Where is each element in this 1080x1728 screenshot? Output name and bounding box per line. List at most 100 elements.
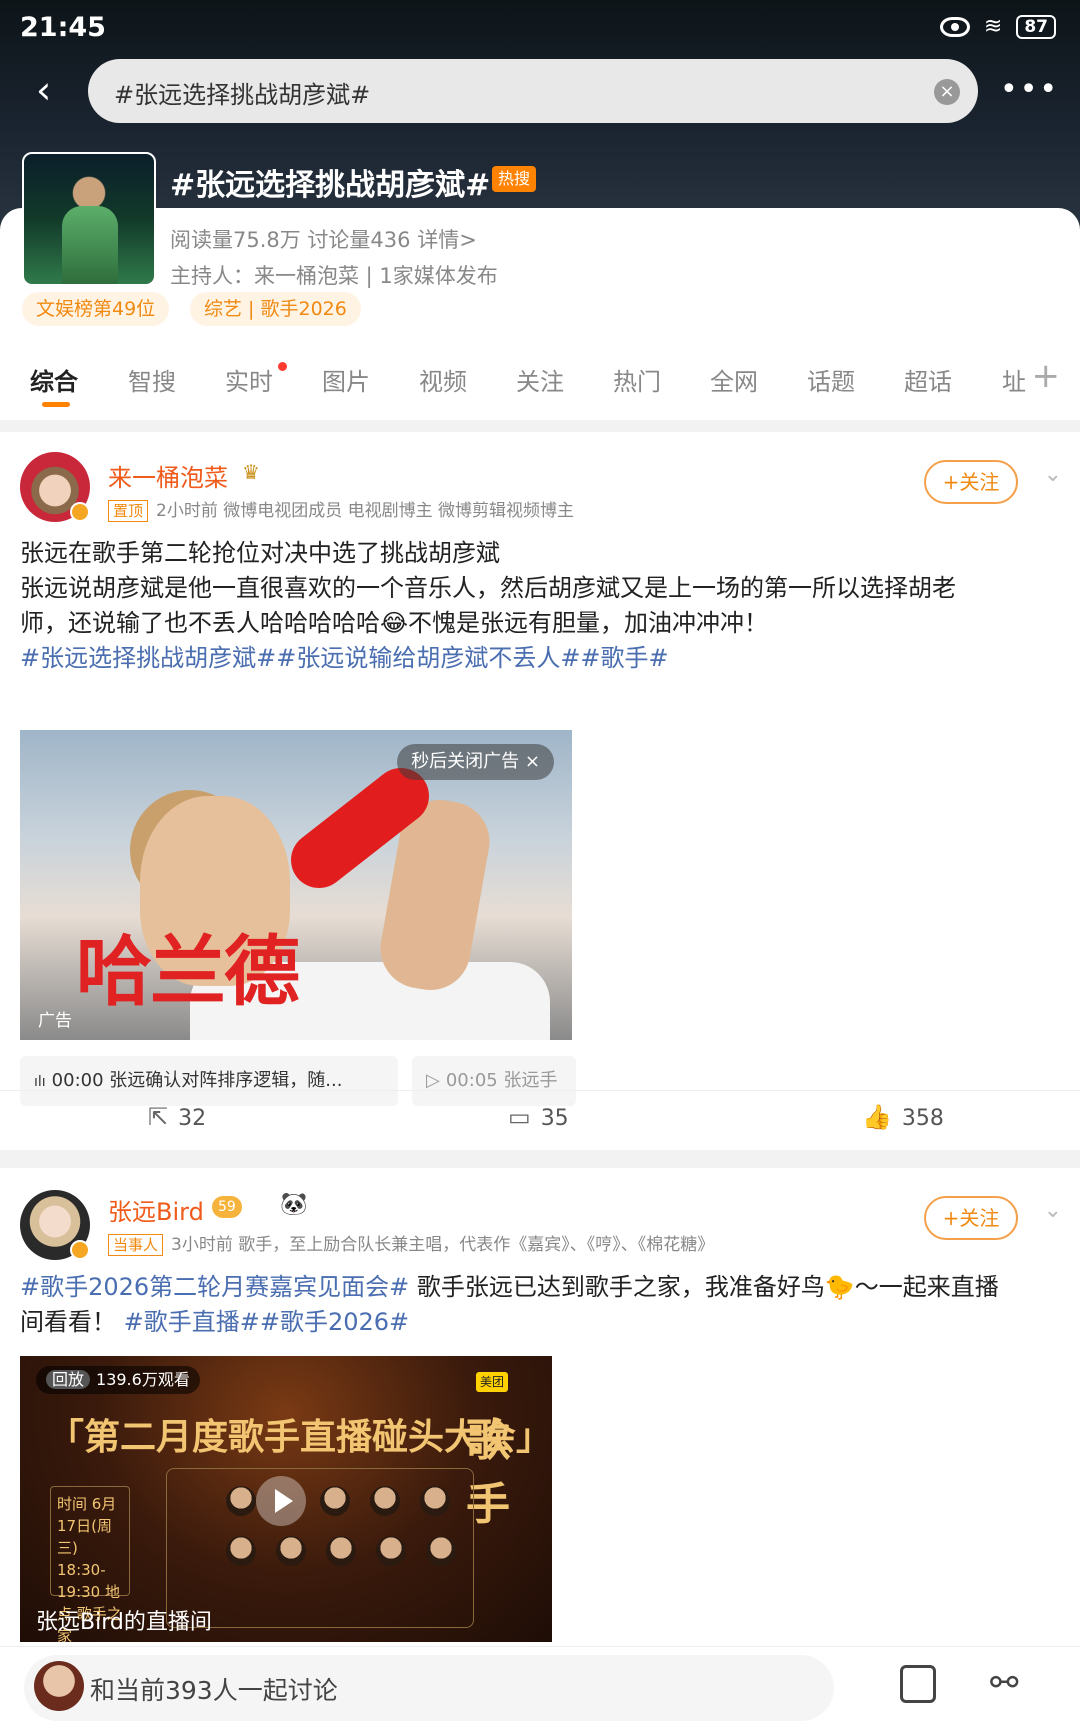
topic-title: #张远选择挑战胡彦斌#	[170, 168, 491, 203]
post-line: 张远说胡彦斌是他一直很喜欢的一个音乐人，然后胡彦斌又是上一场的第一所以选择胡老	[20, 574, 956, 602]
battery-icon: 87	[1016, 14, 1056, 39]
guest-avatar	[226, 1486, 256, 1516]
guest-avatar	[376, 1536, 406, 1566]
post-meta: 置顶 2小时前 微博电视团成员 电视剧博主 微博剪辑视频博主	[108, 496, 574, 522]
play-icon: ▷	[426, 1070, 440, 1091]
topic-stats[interactable]: 阅读量75.8万 讨论量436 详情>	[170, 224, 477, 254]
post-card: 来一桶泡菜 ♛ 置顶 2小时前 微博电视团成员 电视剧博主 微博剪辑视频博主 +关…	[0, 432, 1080, 1150]
crown-icon: ♛	[242, 460, 260, 484]
follow-button[interactable]: +关注	[924, 460, 1018, 504]
eye-icon	[939, 16, 970, 37]
avatar	[34, 1661, 84, 1711]
comment-count: 35	[540, 1106, 569, 1131]
username[interactable]: 来一桶泡菜	[108, 458, 228, 493]
guest-avatar	[320, 1486, 350, 1516]
tab-bar: 综合 智搜 实时 图片 视频 关注 热门 全网 话题 超话 址 +	[0, 352, 1080, 412]
post-line: 间看看！	[20, 1308, 116, 1336]
post-card: 张远Bird 59 🐼 当事人 3小时前 歌手，至上励合队长兼主唱，代表作《嘉宾》…	[0, 1168, 1080, 1646]
guest-avatar	[276, 1536, 306, 1566]
view-count: 139.6万观看	[96, 1370, 190, 1389]
like-count: 358	[901, 1106, 944, 1131]
post-meta-text: 3小时前 歌手，至上励合队长兼主唱，代表作《嘉宾》、《哼》、《棉花糖》	[171, 1235, 715, 1255]
like-button[interactable]: 👍 358	[862, 1103, 944, 1131]
tab-location[interactable]: 址	[1002, 362, 1026, 397]
post-hashtag[interactable]: #歌手2026第二轮月赛嘉宾见面会#	[20, 1273, 409, 1301]
post-hashtags[interactable]: #张远选择挑战胡彦斌##张远说输给胡彦斌不丢人##歌手#	[20, 641, 1060, 676]
comment-icon: ▭	[508, 1103, 531, 1131]
hot-search-badge: 热搜	[492, 166, 537, 192]
close-ad-button[interactable]: 秒后关闭广告 ×	[397, 744, 554, 780]
rank-badge[interactable]: 文娱榜第49位	[22, 292, 170, 326]
ad-image[interactable]: 哈兰德 广告 秒后关闭广告 ×	[20, 730, 572, 1040]
guest-avatar	[370, 1486, 400, 1516]
post-text: 张远在歌手第二轮抢位对决中选了挑战胡彦斌 张远说胡彦斌是他一直很喜欢的一个音乐人…	[20, 536, 1060, 676]
tab-smart-search[interactable]: 智搜	[128, 362, 176, 397]
tab-realtime[interactable]: 实时	[225, 362, 273, 397]
ad-brand-text: 哈兰德	[76, 927, 300, 1016]
guest-avatar	[420, 1486, 450, 1516]
play-icon[interactable]	[256, 1476, 306, 1526]
guest-avatar	[226, 1536, 256, 1566]
chapter-label: 00:00 张远确认对阵排序逻辑，随...	[51, 1070, 343, 1091]
post-hashtags[interactable]: #歌手直播##歌手2026#	[116, 1308, 410, 1336]
post-line: 师，还说输了也不丢人哈哈哈哈哈😂不愧是张远有胆量，加油冲冲冲！	[20, 609, 769, 637]
search-query: #张远选择挑战胡彦斌#	[114, 81, 371, 109]
guest-avatar	[326, 1536, 356, 1566]
ad-label: 广告	[38, 1011, 72, 1031]
comment-button[interactable]: ▭ 35	[508, 1103, 569, 1131]
verified-icon	[70, 502, 90, 522]
status-time: 21:45	[20, 12, 106, 43]
level-badge: 59	[212, 1196, 242, 1218]
status-bar: 21:45 ≋ 87	[0, 0, 1080, 54]
search-input[interactable]: #张远选择挑战胡彦斌# ×	[88, 59, 978, 123]
back-arrow-icon[interactable]: ‹	[36, 71, 66, 109]
topic-cover-image	[22, 152, 156, 286]
add-tab-icon[interactable]: +	[1032, 356, 1061, 396]
tab-comprehensive[interactable]: 综合	[30, 362, 78, 397]
repost-icon: ⇱	[148, 1103, 169, 1131]
tab-images[interactable]: 图片	[322, 362, 370, 397]
discussion-prompt: 和当前393人一起讨论	[90, 1676, 338, 1705]
repost-count: 32	[178, 1106, 207, 1131]
category-badge[interactable]: 综艺 | 歌手2026	[190, 292, 361, 326]
post-meta-text: 2小时前 微博电视团成员 电视剧博主 微博剪辑视频博主	[156, 501, 575, 521]
post-line: 张远在歌手第二轮抢位对决中选了挑战胡彦斌	[20, 539, 500, 567]
views-badge: 回放 139.6万观看	[36, 1366, 200, 1394]
clear-icon[interactable]: ×	[934, 79, 960, 105]
post-line: 歌手张远已达到歌手之家，我准备好鸟🐤～一起来直播	[409, 1273, 999, 1301]
compose-icon[interactable]	[900, 1665, 936, 1703]
live-replay-card[interactable]: 回放 139.6万观看 美团 「第二月度歌手直播碰头大会」 歌手 时间 6月17日…	[20, 1356, 552, 1642]
guest-avatar	[426, 1536, 456, 1566]
username[interactable]: 张远Bird	[108, 1192, 204, 1227]
tab-hot[interactable]: 热门	[613, 362, 661, 397]
panda-icon: 🐼	[280, 1192, 308, 1217]
tab-following[interactable]: 关注	[516, 362, 564, 397]
follow-button[interactable]: +关注	[924, 1196, 1018, 1240]
wifi-icon: ≋	[983, 14, 1003, 39]
chevron-down-icon[interactable]: ⌄	[1044, 1198, 1062, 1223]
role-badge: 当事人	[108, 1234, 164, 1256]
replay-label: 回放	[46, 1370, 91, 1389]
new-dot	[278, 362, 287, 371]
thumbs-up-icon: 👍	[862, 1103, 892, 1131]
chapter-label: 00:05 张远手	[445, 1070, 558, 1091]
tab-web[interactable]: 全网	[710, 362, 758, 397]
live-caption: 张远Bird的直播间	[36, 1610, 212, 1635]
verified-icon	[70, 1240, 90, 1260]
post-meta: 当事人 3小时前 歌手，至上励合队长兼主唱，代表作《嘉宾》、《哼》、《棉花糖》	[108, 1230, 714, 1256]
more-icon[interactable]: •••	[1000, 72, 1059, 107]
post-text: #歌手2026第二轮月赛嘉宾见面会# 歌手张远已达到歌手之家，我准备好鸟🐤～一起…	[20, 1270, 1060, 1340]
event-info: 时间 6月17日(周三) 18:30-19:30 地点 歌手之家	[50, 1486, 130, 1642]
topic-host: 主持人：来一桶泡菜 | 1家媒体发布	[170, 264, 498, 288]
post-actions: ⇱ 32 ▭ 35 👍 358	[0, 1090, 1080, 1150]
audio-bars-icon: ılı	[34, 1074, 46, 1090]
tab-indicator	[42, 402, 70, 407]
search-row: ‹ #张远选择挑战胡彦斌# × •••	[0, 58, 1080, 124]
tab-topics[interactable]: 话题	[807, 362, 855, 397]
tab-videos[interactable]: 视频	[419, 362, 467, 397]
share-icon[interactable]: ⚯	[990, 1663, 1019, 1703]
tab-super-topic[interactable]: 超话	[904, 362, 952, 397]
chevron-down-icon[interactable]: ⌄	[1044, 462, 1062, 487]
bottom-bar: 和当前393人一起讨论 ⚯	[0, 1646, 1080, 1728]
repost-button[interactable]: ⇱ 32	[148, 1103, 206, 1131]
